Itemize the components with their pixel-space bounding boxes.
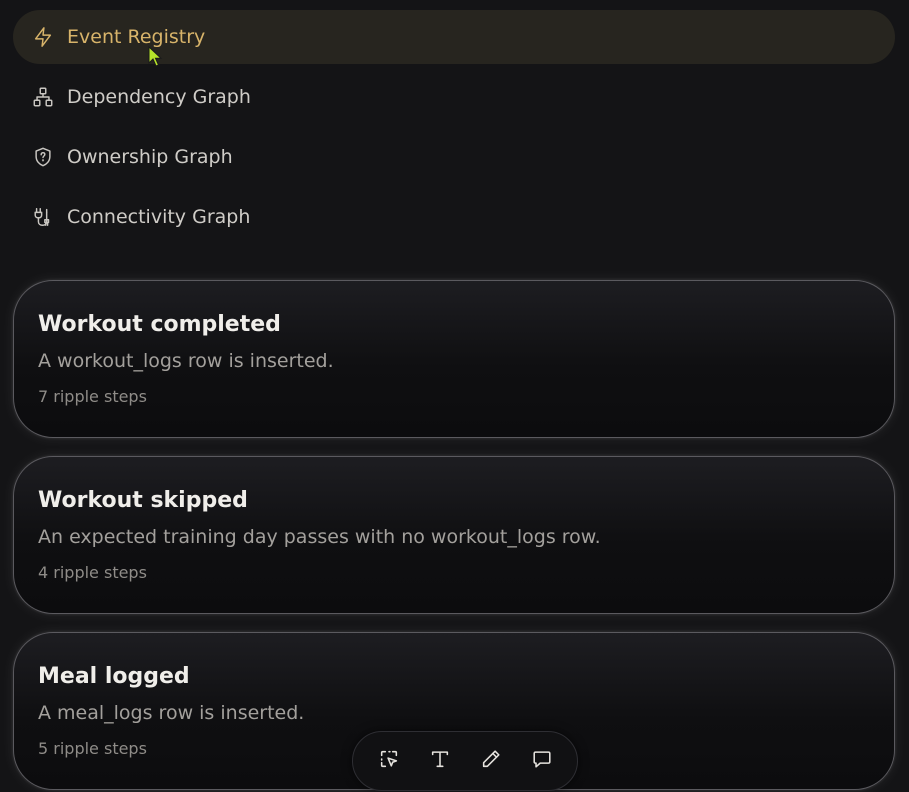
event-card-workout-skipped[interactable]: Workout skipped An expected training day… (13, 456, 895, 614)
annotation-toolbar (352, 731, 578, 791)
nav-item-label: Event Registry (67, 26, 206, 48)
pencil-tool-button[interactable] (473, 743, 509, 779)
lightning-icon (31, 25, 55, 49)
nav-item-label: Ownership Graph (67, 146, 233, 168)
event-card-workout-completed[interactable]: Workout completed A workout_logs row is … (13, 280, 895, 438)
nav-item-ownership-graph[interactable]: Ownership Graph (13, 130, 895, 184)
comment-tool-button[interactable] (524, 743, 560, 779)
select-tool-button[interactable] (371, 743, 407, 779)
event-description: An expected training day passes with no … (38, 526, 601, 548)
text-tool-button[interactable] (422, 743, 458, 779)
comment-icon (531, 748, 553, 774)
ripple-steps-count: 7 ripple steps (38, 387, 147, 406)
text-icon (429, 748, 451, 774)
plug-icon (31, 205, 55, 229)
nav-item-label: Connectivity Graph (67, 206, 251, 228)
page: Event Registry Dependency Graph Ownershi… (0, 0, 909, 792)
mouse-cursor-icon (148, 46, 163, 67)
sidebar-nav: Event Registry Dependency Graph Ownershi… (13, 10, 895, 250)
select-cursor-icon (378, 748, 400, 774)
shield-question-icon (31, 145, 55, 169)
hierarchy-icon (31, 85, 55, 109)
event-list: Workout completed A workout_logs row is … (13, 280, 895, 792)
pencil-icon (480, 748, 502, 774)
event-title: Workout completed (38, 312, 281, 337)
nav-item-event-registry[interactable]: Event Registry (13, 10, 895, 64)
event-description: A meal_logs row is inserted. (38, 702, 305, 724)
nav-item-connectivity-graph[interactable]: Connectivity Graph (13, 190, 895, 244)
event-title: Workout skipped (38, 488, 248, 513)
nav-item-dependency-graph[interactable]: Dependency Graph (13, 70, 895, 124)
event-description: A workout_logs row is inserted. (38, 350, 334, 372)
event-title: Meal logged (38, 664, 190, 689)
nav-item-label: Dependency Graph (67, 86, 251, 108)
ripple-steps-count: 4 ripple steps (38, 563, 147, 582)
